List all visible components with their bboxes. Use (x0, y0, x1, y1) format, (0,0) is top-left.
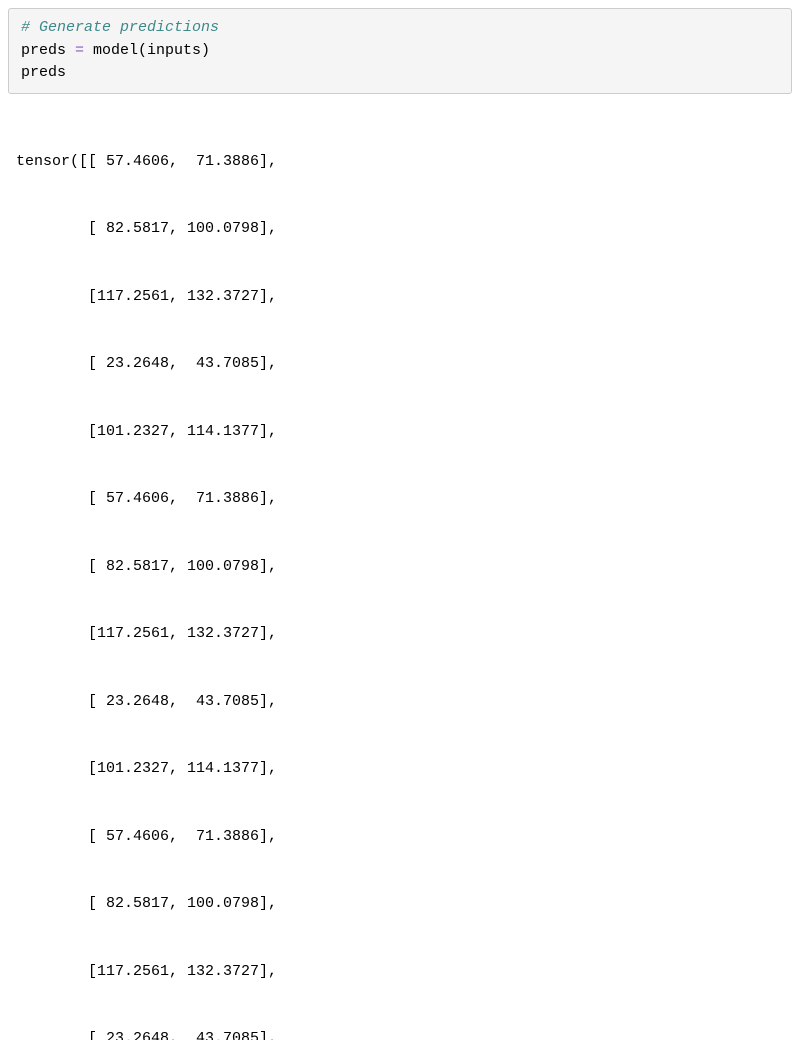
output-line-2: [117.2561, 132.3727], (16, 286, 784, 309)
tensor-row: [ 23.2648, 43.7085], (88, 355, 277, 372)
code-var: preds (21, 42, 75, 59)
output-line-3: [ 23.2648, 43.7085], (16, 353, 784, 376)
output-line-9: [101.2327, 114.1377], (16, 758, 784, 781)
output-line-6: [ 82.5817, 100.0798], (16, 556, 784, 579)
tensor-row: [ 57.4606, 71.3886], (88, 828, 277, 845)
code-input-cell: # Generate predictions preds = model(inp… (8, 8, 792, 94)
tensor-prefix: tensor([ (16, 153, 88, 170)
output-line-11: [ 82.5817, 100.0798], (16, 893, 784, 916)
tensor-row: [117.2561, 132.3727], (88, 963, 277, 980)
tensor-row: [ 23.2648, 43.7085], (88, 1030, 277, 1040)
output-line-13: [ 23.2648, 43.7085], (16, 1028, 784, 1040)
code-line-2: preds = model(inputs) (21, 40, 779, 63)
code-call: model(inputs) (84, 42, 210, 59)
output-line-0: tensor([[ 57.4606, 71.3886], (16, 151, 784, 174)
code-output-cell: tensor([[ 57.4606, 71.3886], [ 82.5817, … (8, 106, 792, 1040)
output-line-10: [ 57.4606, 71.3886], (16, 826, 784, 849)
output-line-4: [101.2327, 114.1377], (16, 421, 784, 444)
tensor-row: [ 23.2648, 43.7085], (88, 693, 277, 710)
tensor-row: [101.2327, 114.1377], (88, 760, 277, 777)
tensor-row: [ 82.5817, 100.0798], (88, 220, 277, 237)
assign-operator: = (75, 42, 84, 59)
output-line-7: [117.2561, 132.3727], (16, 623, 784, 646)
output-line-1: [ 82.5817, 100.0798], (16, 218, 784, 241)
code-comment: # Generate predictions (21, 19, 219, 36)
output-line-8: [ 23.2648, 43.7085], (16, 691, 784, 714)
output-line-5: [ 57.4606, 71.3886], (16, 488, 784, 511)
tensor-row: [117.2561, 132.3727], (88, 288, 277, 305)
tensor-row: [101.2327, 114.1377], (88, 423, 277, 440)
tensor-row: [117.2561, 132.3727], (88, 625, 277, 642)
tensor-row: [ 57.4606, 71.3886], (88, 490, 277, 507)
tensor-row: [ 57.4606, 71.3886], (88, 153, 277, 170)
code-line-3: preds (21, 62, 779, 85)
code-expr: preds (21, 64, 66, 81)
tensor-row: [ 82.5817, 100.0798], (88, 558, 277, 575)
output-line-12: [117.2561, 132.3727], (16, 961, 784, 984)
code-line-1: # Generate predictions (21, 17, 779, 40)
tensor-row: [ 82.5817, 100.0798], (88, 895, 277, 912)
